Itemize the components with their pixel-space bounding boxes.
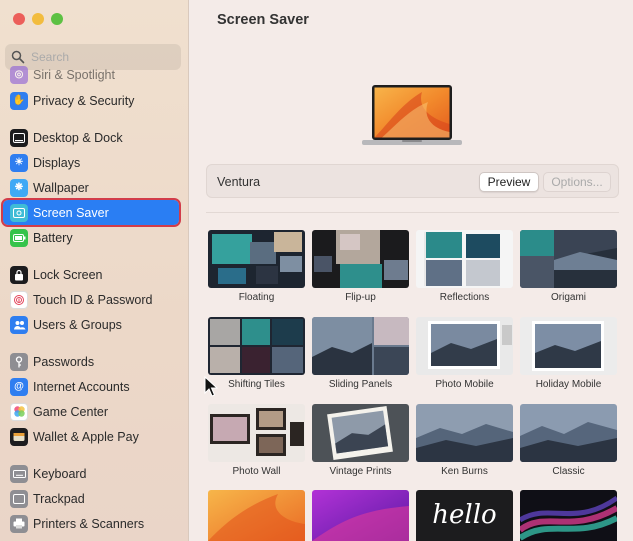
sidebar-item-label: Wallpaper: [33, 180, 89, 195]
snowflake-icon: ❋: [10, 178, 28, 197]
sidebar-item-internet-accounts[interactable]: @ Internet Accounts: [3, 374, 179, 399]
battery-icon: [10, 228, 28, 247]
sidebar-item-label: Battery: [33, 230, 73, 245]
current-screen-saver-name: Ventura: [217, 175, 261, 189]
main-pane: Screen Saver Ventura Preview Options...: [190, 0, 633, 541]
screen-saver-ken-burns[interactable]: [416, 404, 513, 462]
sidebar-item-label: Touch ID & Password: [33, 292, 153, 307]
screen-saver-flip-up[interactable]: [312, 230, 409, 288]
sidebar-item-trackpad[interactable]: Trackpad: [3, 486, 179, 511]
sidebar-item-privacy-security[interactable]: ✋ Privacy & Security: [3, 88, 179, 113]
wallet-icon: [10, 427, 28, 446]
screen-saver-monterey[interactable]: [312, 490, 409, 541]
screen-saver-label: Sliding Panels: [328, 379, 393, 390]
screen-saver-holiday-mobile[interactable]: [520, 317, 617, 375]
sidebar-item-wallet-apple-pay[interactable]: Wallet & Apple Pay: [3, 424, 179, 449]
sidebar-item-users-groups[interactable]: Users & Groups: [3, 312, 179, 337]
screen-saver-label: Holiday Mobile: [535, 379, 602, 390]
key-icon: [10, 352, 28, 371]
screen-saver-label: Ken Burns: [441, 466, 488, 477]
trackpad-icon: [10, 489, 28, 508]
screen-saver-reflections[interactable]: [416, 230, 513, 288]
sidebar-item-label: Displays: [33, 155, 81, 170]
sidebar-item-desktop-dock[interactable]: Desktop & Dock: [3, 125, 179, 150]
sidebar-item-label: Desktop & Dock: [33, 130, 123, 145]
screen-saver-label: Reflections: [439, 292, 490, 303]
sun-icon: ☀: [10, 153, 28, 172]
sidebar-item-label: Siri & Spotlight: [33, 67, 115, 82]
sidebar-item-screen-saver[interactable]: Screen Saver: [1, 198, 181, 227]
preview-button[interactable]: Preview: [479, 172, 539, 192]
sidebar-item-keyboard[interactable]: Keyboard: [3, 461, 179, 486]
dock-icon: [10, 128, 28, 147]
sidebar-item-label: Lock Screen: [33, 267, 103, 282]
options-button[interactable]: Options...: [543, 172, 611, 192]
sidebar-item-label: Wallet & Apple Pay: [33, 429, 139, 444]
screen-saver-label: Origami: [550, 292, 586, 303]
siri-icon: ◎: [10, 65, 28, 84]
sidebar-item-printers-scanners[interactable]: Printers & Scanners: [3, 511, 179, 536]
screen-saver-drift[interactable]: [520, 490, 617, 541]
screen-saver-ventura[interactable]: [208, 490, 305, 541]
sidebar-item-lock-screen[interactable]: Lock Screen: [3, 262, 179, 287]
screen-saver-floating[interactable]: [208, 230, 305, 288]
sidebar-item-label: Passwords: [33, 354, 95, 369]
sidebar-item-label: Printers & Scanners: [33, 516, 145, 531]
screen-saver-origami[interactable]: [520, 230, 617, 288]
fingerprint-icon: [10, 290, 28, 309]
mouse-cursor-icon: [204, 376, 218, 397]
sidebar-item-label: Trackpad: [33, 491, 85, 506]
gamecenter-icon: [10, 402, 28, 421]
screen-saver-vintage-prints[interactable]: [312, 404, 409, 462]
sidebar: ◎ Siri & Spotlight ✋ Privacy & Security …: [0, 0, 189, 541]
screen-saver-classic[interactable]: [520, 404, 617, 462]
hand-icon: ✋: [10, 91, 28, 110]
screen-saver-label: Flip-up: [345, 292, 376, 303]
keyboard-icon: [10, 464, 28, 483]
sidebar-item-label: Keyboard: [33, 466, 87, 481]
at-icon: @: [10, 377, 28, 396]
page-title: Screen Saver: [217, 12, 309, 28]
screen-saver-label: Floating: [238, 292, 275, 303]
screen-saver-label: Photo Wall: [232, 466, 281, 477]
sidebar-item-label: Screen Saver: [33, 205, 109, 220]
screen-saver-shifting-tiles[interactable]: [208, 317, 305, 375]
screen-saver-label: Classic: [552, 466, 585, 477]
divider: [206, 212, 619, 213]
sidebar-item-battery[interactable]: Battery: [3, 225, 179, 250]
sidebar-item-displays[interactable]: ☀ Displays: [3, 150, 179, 175]
minimize-button[interactable]: [32, 13, 44, 25]
sidebar-item-wallpaper[interactable]: ❋ Wallpaper: [3, 175, 179, 200]
sidebar-item-label: Users & Groups: [33, 317, 122, 332]
printer-icon: [10, 514, 28, 533]
screen-saver-preview-laptop: [362, 85, 462, 145]
close-button[interactable]: [13, 13, 25, 25]
current-screen-saver-row: Ventura Preview Options...: [206, 164, 619, 198]
sidebar-item-label: Game Center: [33, 404, 109, 419]
lock-icon: [10, 265, 28, 284]
screen-saver-hello[interactable]: hello: [416, 490, 513, 541]
sidebar-item-game-center[interactable]: Game Center: [3, 399, 179, 424]
screen-saver-sliding-panels[interactable]: [312, 317, 409, 375]
sidebar-item-label: Privacy & Security: [33, 93, 135, 108]
sidebar-item-touch-id-password[interactable]: Touch ID & Password: [3, 287, 179, 312]
hello-text: hello: [432, 500, 497, 530]
sidebar-item-siri-spotlight[interactable]: ◎ Siri & Spotlight: [3, 62, 179, 87]
screen-saver-label: Shifting Tiles: [228, 379, 285, 390]
zoom-button[interactable]: [51, 13, 63, 25]
sidebar-item-passwords[interactable]: Passwords: [3, 349, 179, 374]
sidebar-item-label: Internet Accounts: [33, 379, 130, 394]
screen-saver-label: Vintage Prints: [329, 466, 392, 477]
window-controls: [13, 13, 63, 25]
users-icon: [10, 315, 28, 334]
screen-saver-label: Photo Mobile: [435, 379, 494, 390]
screen-saver-photo-wall[interactable]: [208, 404, 305, 462]
screen-saver-photo-mobile[interactable]: [416, 317, 513, 375]
screensaver-icon: [10, 203, 28, 222]
